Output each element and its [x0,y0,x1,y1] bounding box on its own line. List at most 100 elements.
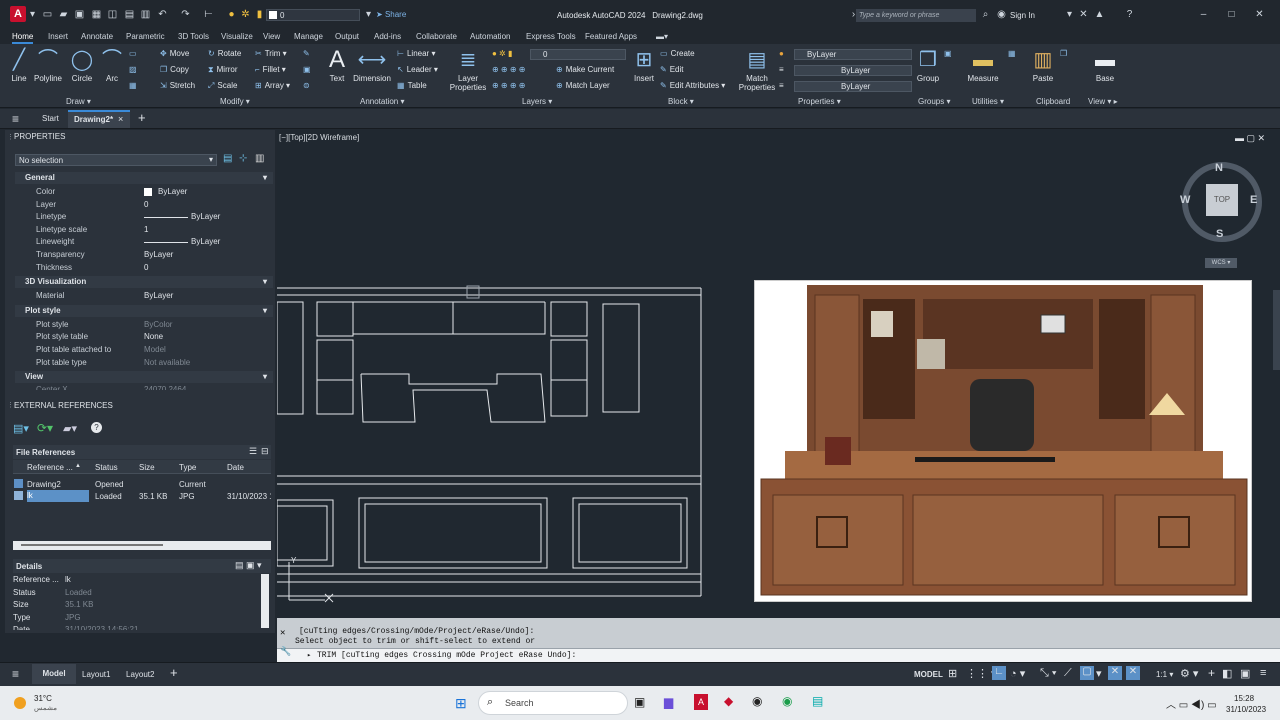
tab-start[interactable]: Start [42,114,59,123]
autocad-taskbar-icon[interactable]: A [694,694,708,710]
annotation-panel-label[interactable]: Annotation ▾ [360,97,405,106]
wcs-menu[interactable]: WCS ▾ [1205,258,1237,268]
save-icon[interactable]: ▣ [74,9,85,20]
weather-temp[interactable]: 31°C [34,694,52,703]
details-view-icon[interactable]: ▤ ▣ ▾ [235,560,262,571]
clock-date[interactable]: 31/10/2023 [1226,705,1266,714]
redo-icon[interactable]: ↷ [180,9,191,20]
app-icon-red[interactable]: ◆ [724,694,733,708]
weather-icon[interactable] [14,697,26,709]
help-icon[interactable]: ? [1124,9,1135,20]
calculator-icon[interactable]: ▦ [1008,47,1019,61]
layout-menu-icon[interactable]: ≡ [12,667,19,681]
caret-icon[interactable]: ▾ [363,9,374,20]
search-icon[interactable]: ⌕ [980,9,991,20]
draw-panel-label[interactable]: Draw ▾ [66,97,91,106]
section-general[interactable]: General ▾ [15,172,273,184]
properties-panel-label[interactable]: Properties ▾ [798,97,841,106]
taskbar-search[interactable]: ⌕ Search [478,691,628,715]
system-tray-icons[interactable]: ︿ ▭ ◀) ▭ [1166,696,1217,711]
viewcube[interactable]: N S W E TOP [1180,162,1262,242]
viewport-controls[interactable]: [−][Top][2D Wireframe] [279,133,359,142]
tab-automation[interactable]: Automation [470,30,510,44]
tree-view-icon[interactable]: ⊟ [261,446,269,457]
trim-button[interactable]: ✂ Trim ▾ [255,47,287,61]
tab-annotate[interactable]: Annotate [81,30,113,44]
tab-collaborate[interactable]: Collaborate [416,30,457,44]
workspace-gear-icon[interactable]: ⚙ ▾ [1180,667,1198,680]
section-viz[interactable]: 3D Visualization ▾ [15,276,273,289]
property-row[interactable]: Transparency ByLayer [15,249,273,261]
copy-button[interactable]: ❐ Copy [160,63,189,77]
ribbon-overflow-icon[interactable]: ▬▾ [656,30,668,44]
color-dropdown[interactable]: ByLayer [794,49,912,60]
undo-icon[interactable]: ↶ [157,9,168,20]
groups-panel-label[interactable]: Groups ▾ [918,97,950,106]
base-view-button[interactable]: ▬ Base [1092,46,1118,83]
clean-screen-icon[interactable]: ▣ [1240,667,1250,680]
lightbulb-icon[interactable]: ● [226,9,237,20]
erase-icon[interactable]: ✎ [303,47,313,61]
table-button[interactable]: ▦ Table [397,79,427,93]
fillet-button[interactable]: ⌐ Fillet ▾ [255,63,286,77]
layer-dropdown[interactable]: 0 [530,49,626,60]
app-icon-dark[interactable]: ◉ [752,694,762,708]
palette-grip-icon[interactable]: ⋮ [7,133,14,141]
model-space-toggle[interactable]: MODEL [914,670,943,679]
chrome-icon[interactable]: ◉ [782,694,792,708]
sun-icon[interactable]: ✲ [240,9,251,20]
annotation-scale-dropdown[interactable]: 1:1 ▾ [1156,670,1173,679]
polyline-tool-button[interactable]: ⌒ Polyline [32,46,64,83]
property-row[interactable]: Plot table attached to Model [15,344,273,356]
isodraft-icon[interactable]: ⤡ ▾ [1040,667,1056,680]
ortho-icon[interactable]: ∟ [992,666,1006,680]
section-view[interactable]: View ▾ [15,371,273,384]
minimize-icon[interactable]: – [1198,9,1209,20]
select-objects-icon[interactable]: ⊹ [239,153,247,164]
paste-button[interactable]: ▥ Paste [1030,46,1056,83]
compass-south[interactable]: S [1216,228,1223,240]
add-layout-button[interactable]: + [170,665,178,680]
column-header[interactable]: Size [139,463,155,472]
annotation-visibility-icon[interactable]: ✕ [1108,666,1122,680]
command-line[interactable]: 🔧 ▸ TRIM [cuTting edges Crossing mOde Pr… [277,647,1280,662]
tab-manage[interactable]: Manage [294,30,323,44]
close-tab-icon[interactable]: × [118,114,123,124]
xref-image-desk[interactable] [754,280,1252,602]
compass-north[interactable]: N [1215,162,1223,174]
grid-icon[interactable]: ⊞ [948,667,957,680]
viewport-window-controls[interactable]: ▬ ▢ ✕ [1235,133,1265,144]
collapse-icon[interactable]: ▾ [263,371,267,383]
scroll-thumb[interactable] [21,544,163,546]
tab-express-tools[interactable]: Express Tools [526,30,576,44]
edit-attributes-button[interactable]: ✎ Edit Attributes ▾ [660,79,725,93]
plot-icon[interactable]: ▤ [124,9,135,20]
arc-tool-button[interactable]: ⌒ Arc [101,46,123,83]
move-button[interactable]: ✥ Move [160,47,189,61]
column-header[interactable]: Reference ... [27,463,73,472]
table-row[interactable]: lk Loaded 35.1 KB JPG 31/10/2023 1... [13,490,271,502]
view-panel-label[interactable]: View ▾ ▸ [1088,97,1118,106]
search-input[interactable]: Type a keyword or phrase [856,9,976,22]
tab-insert[interactable]: Insert [48,30,68,44]
dropdown-icon[interactable]: ▾ [27,9,38,20]
help-icon[interactable]: ? [91,422,102,433]
wrench-icon[interactable]: 🔧 [280,647,291,657]
tab-featured-apps[interactable]: Featured Apps [585,30,637,44]
compass-east[interactable]: E [1250,194,1257,206]
make-current-button[interactable]: ⊕ Make Current [556,63,614,77]
boundary-icon[interactable]: ▦ [129,79,140,93]
offset-icon[interactable]: ⊜ [303,79,313,93]
leader-button[interactable]: ↖ Leader ▾ [397,63,438,77]
app-icon-teal[interactable]: ▤ [812,694,823,708]
attach-dwg-icon[interactable]: ▤▾ [13,422,29,435]
tab-visualize[interactable]: Visualize [221,30,253,44]
insert-block-button[interactable]: ⊞ Insert [632,46,656,83]
block-panel-label[interactable]: Block ▾ [668,97,694,106]
hatch-icon[interactable]: ▨ [129,63,140,77]
list-view-icon[interactable]: ☰ [249,446,257,457]
start-button[interactable]: ⊞ [455,695,467,712]
polar-icon[interactable]: ◔ ▾ [1010,667,1025,680]
rotate-button[interactable]: ↻ Rotate [208,47,241,61]
clock-time[interactable]: 15:28 [1234,694,1254,703]
